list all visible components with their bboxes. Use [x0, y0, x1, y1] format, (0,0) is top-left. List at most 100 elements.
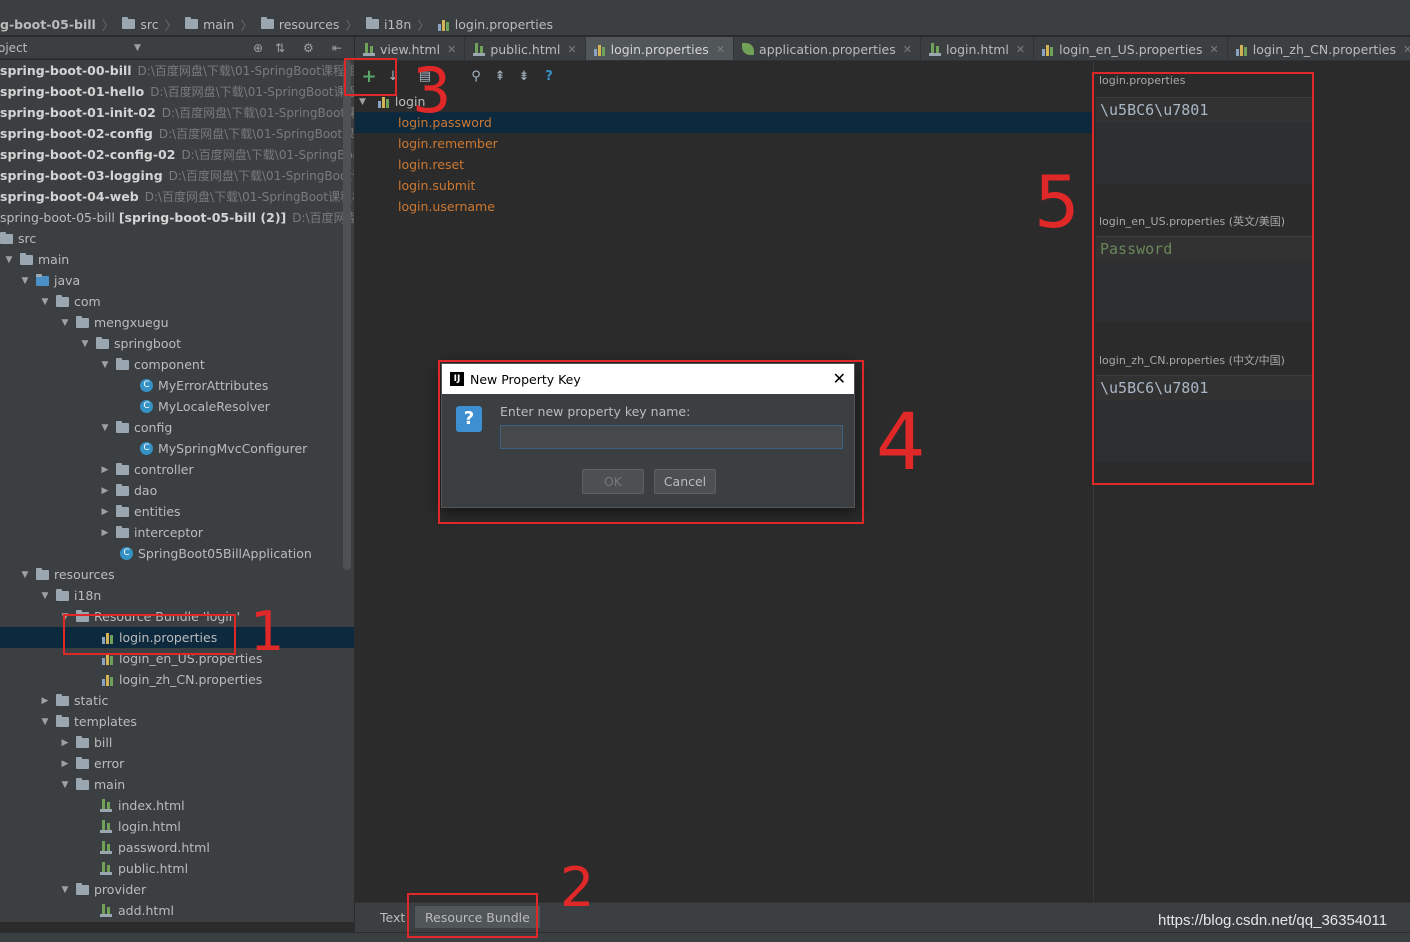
tree-module-03-logging[interactable]: spring-boot-03-logging D:\百度网盘\下载\01-Spri…: [0, 165, 354, 186]
tree-resources[interactable]: ▼ resources: [0, 564, 354, 585]
tree-module-01[interactable]: spring-boot-01-hello D:\百度网盘\下载\01-Spring…: [0, 81, 354, 102]
tab-application-properties[interactable]: application.properties ✕: [734, 37, 921, 60]
expanded-arrow-icon[interactable]: ▼: [38, 717, 52, 727]
collapsed-arrow-icon[interactable]: ▶: [98, 486, 112, 496]
tab-login-en-us-properties[interactable]: login_en_US.properties ✕: [1034, 37, 1228, 60]
tree-templates[interactable]: ▼ templates: [0, 711, 354, 732]
close-tab-icon[interactable]: ✕: [567, 43, 576, 56]
tree-add-html[interactable]: add.html: [0, 900, 354, 921]
expanded-arrow-icon[interactable]: ▼: [359, 97, 366, 107]
expanded-arrow-icon[interactable]: ▼: [38, 591, 52, 601]
expanded-arrow-icon[interactable]: ▼: [38, 297, 52, 307]
tree-index-html[interactable]: index.html: [0, 795, 354, 816]
package-icon: [116, 525, 129, 538]
tree-main[interactable]: ▼ main: [0, 249, 354, 270]
tree-module-05-bill[interactable]: spring-boot-05-bill [spring-boot-05-bill…: [0, 207, 354, 228]
tree-i18n[interactable]: ▼ i18n: [0, 585, 354, 606]
close-tab-icon[interactable]: ✕: [1403, 43, 1410, 56]
project-panel-title: oject: [0, 40, 28, 55]
breadcrumb-project[interactable]: g-boot-05-bill 〉: [0, 15, 118, 34]
expanded-arrow-icon[interactable]: ▼: [2, 255, 16, 265]
expanded-arrow-icon[interactable]: ▼: [58, 318, 72, 328]
tree-src[interactable]: src: [0, 228, 354, 249]
html-file-icon: [363, 42, 375, 56]
expanded-arrow-icon[interactable]: ▼: [18, 570, 32, 580]
tree-login-zh-cn-properties[interactable]: login_zh_CN.properties: [0, 669, 354, 690]
close-tab-icon[interactable]: ✕: [903, 43, 912, 56]
tree-interceptor[interactable]: ▶ interceptor: [0, 522, 354, 543]
breadcrumb-file[interactable]: login.properties: [434, 17, 557, 32]
folder-icon: [76, 735, 89, 748]
tab-login-zh-cn-properties[interactable]: login_zh_CN.properties✕: [1228, 37, 1410, 60]
property-key-row[interactable]: login.username: [355, 196, 1093, 217]
tree-controller[interactable]: ▶ controller: [0, 459, 354, 480]
hide-panel-icon[interactable]: ⇤: [332, 41, 342, 55]
tree-templates-main[interactable]: ▼ main: [0, 774, 354, 795]
expand-all-icon[interactable]: ⇞: [490, 66, 510, 86]
gear-icon[interactable]: ⚙: [303, 41, 314, 55]
help-icon[interactable]: ?: [539, 66, 559, 86]
folder-icon: [56, 588, 69, 601]
tab-login-properties[interactable]: login.properties ✕: [585, 37, 735, 60]
tree-my-locale-resolver[interactable]: C MyLocaleResolver: [0, 396, 354, 417]
tab-public-html[interactable]: public.html ✕: [465, 37, 586, 60]
tree-config[interactable]: ▼ config: [0, 417, 354, 438]
property-key-row[interactable]: login.remember: [355, 133, 1093, 154]
tree-login-html[interactable]: login.html: [0, 816, 354, 837]
collapsed-arrow-icon[interactable]: ▶: [98, 507, 112, 517]
chevron-down-icon[interactable]: ▼: [134, 43, 141, 53]
tree-bill[interactable]: ▶ bill: [0, 732, 354, 753]
expanded-arrow-icon[interactable]: ▼: [58, 885, 72, 895]
breadcrumb-main[interactable]: main 〉: [181, 15, 257, 34]
target-icon[interactable]: ⊕: [253, 41, 263, 55]
tree-my-error-attributes[interactable]: C MyErrorAttributes: [0, 375, 354, 396]
close-tab-icon[interactable]: ✕: [1016, 43, 1025, 56]
tree-provider[interactable]: ▼ provider: [0, 879, 354, 900]
filter-icon[interactable]: ⚲: [466, 66, 486, 86]
breadcrumb-resources[interactable]: resources 〉: [257, 15, 362, 34]
collapse-all-icon[interactable]: ⇟: [514, 66, 534, 86]
tree-module-02-config[interactable]: spring-boot-02-config D:\百度网盘\下载\01-Sprin…: [0, 123, 354, 144]
collapsed-arrow-icon[interactable]: ▶: [58, 759, 72, 769]
tree-com[interactable]: ▼ com: [0, 291, 354, 312]
property-key-row[interactable]: login.submit: [355, 175, 1093, 196]
expanded-arrow-icon[interactable]: ▼: [98, 360, 112, 370]
tree-java[interactable]: ▼ java: [0, 270, 354, 291]
tree-dao[interactable]: ▶ dao: [0, 480, 354, 501]
tree-component[interactable]: ▼ component: [0, 354, 354, 375]
collapsed-arrow-icon[interactable]: ▶: [58, 738, 72, 748]
breadcrumb-i18n[interactable]: i18n 〉: [362, 15, 434, 34]
tree-springboot[interactable]: ▼ springboot: [0, 333, 354, 354]
tab-login-html[interactable]: login.html ✕: [921, 37, 1035, 60]
tree-password-html[interactable]: password.html: [0, 837, 354, 858]
tree-static[interactable]: ▶ static: [0, 690, 354, 711]
html-file-icon: [100, 904, 112, 917]
tree-public-html[interactable]: public.html: [0, 858, 354, 879]
annotation-number: 1: [250, 600, 285, 663]
bundle-root-node[interactable]: ▼ login: [355, 91, 1093, 112]
expanded-arrow-icon[interactable]: ▼: [98, 423, 112, 433]
project-tree[interactable]: spring-boot-00-bill D:\百度网盘\下载\01-SpringB…: [0, 60, 354, 922]
close-tab-icon[interactable]: ✕: [716, 43, 725, 56]
tree-error[interactable]: ▶ error: [0, 753, 354, 774]
tree-module-04-web[interactable]: spring-boot-04-web D:\百度网盘\下载\01-SpringBo…: [0, 186, 354, 207]
property-key-row[interactable]: login.reset: [355, 154, 1093, 175]
tree-my-spring-mvc-configurer[interactable]: C MySpringMvcConfigurer: [0, 438, 354, 459]
close-tab-icon[interactable]: ✕: [1210, 43, 1219, 56]
tree-mengxuegu[interactable]: ▼ mengxuegu: [0, 312, 354, 333]
project-tree-scrollbar[interactable]: [343, 60, 351, 570]
expanded-arrow-icon[interactable]: ▼: [58, 780, 72, 790]
collapse-icon[interactable]: ⇅: [275, 41, 285, 55]
tree-module-00[interactable]: spring-boot-00-bill D:\百度网盘\下载\01-SpringB…: [0, 60, 354, 81]
tree-application-class[interactable]: C SpringBoot05BillApplication: [0, 543, 354, 564]
collapsed-arrow-icon[interactable]: ▶: [98, 528, 112, 538]
collapsed-arrow-icon[interactable]: ▶: [98, 465, 112, 475]
tree-entities[interactable]: ▶ entities: [0, 501, 354, 522]
collapsed-arrow-icon[interactable]: ▶: [38, 696, 52, 706]
expanded-arrow-icon[interactable]: ▼: [18, 276, 32, 286]
tree-module-01-init[interactable]: spring-boot-01-init-02 D:\百度网盘\下载\01-Spri…: [0, 102, 354, 123]
breadcrumb-src[interactable]: src 〉: [118, 15, 181, 34]
property-key-row[interactable]: login.password: [355, 112, 1093, 133]
tree-module-02-config-02[interactable]: spring-boot-02-config-02 D:\百度网盘\下载\01-Sp…: [0, 144, 354, 165]
expanded-arrow-icon[interactable]: ▼: [78, 339, 92, 349]
